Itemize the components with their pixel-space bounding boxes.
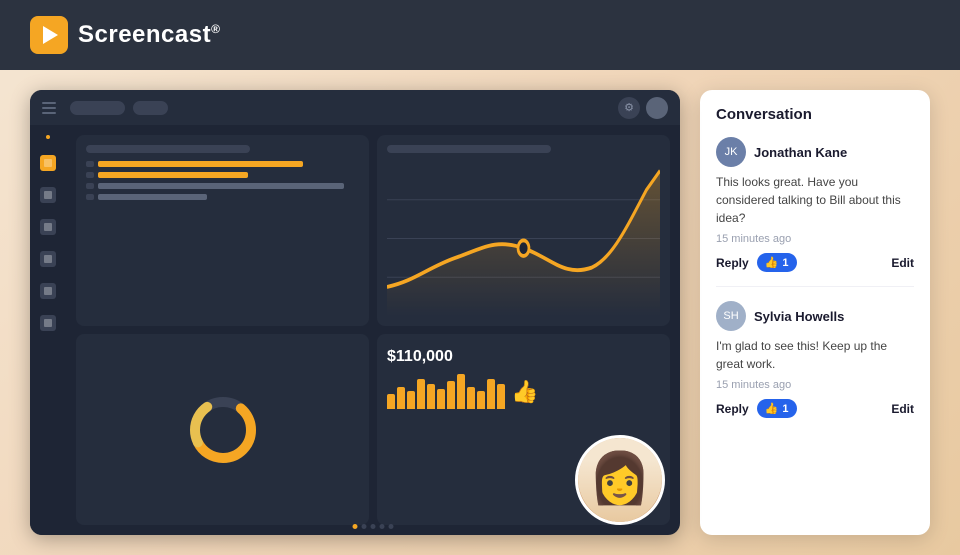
donut-chart-svg xyxy=(188,395,258,465)
mini-bars: 👍 xyxy=(387,374,660,409)
sylvia-avatar: SH xyxy=(716,301,746,331)
mini-bar-6 xyxy=(437,389,445,409)
bar-fill-4 xyxy=(98,194,207,200)
sidebar-dot xyxy=(46,135,50,139)
sylvia-edit-button[interactable]: Edit xyxy=(891,402,914,416)
sidebar-settings-icon[interactable] xyxy=(40,315,56,331)
jonathan-comment-text: This looks great. Have you considered ta… xyxy=(716,173,914,227)
mini-bar-11 xyxy=(487,379,495,409)
page-dot-4[interactable] xyxy=(380,524,385,529)
mini-bar-7 xyxy=(447,381,455,409)
jonathan-edit-button[interactable]: Edit xyxy=(891,256,914,270)
conversation-panel: Conversation JK Jonathan Kane This looks… xyxy=(700,90,930,535)
comment-header-jonathan: JK Jonathan Kane xyxy=(716,137,914,167)
dash-nav-pill-2 xyxy=(133,101,168,115)
bar-label-4 xyxy=(86,194,94,200)
comment-divider xyxy=(716,286,914,287)
sidebar-calendar-icon[interactable] xyxy=(40,283,56,299)
pagination-dots xyxy=(353,524,394,529)
bar-label-3 xyxy=(86,183,94,189)
dash-nav-pill-1 xyxy=(70,101,125,115)
logo-icon xyxy=(30,16,68,54)
sylvia-name: Sylvia Howells xyxy=(754,309,844,324)
mini-bar-3 xyxy=(407,391,415,409)
page-dot-2[interactable] xyxy=(362,524,367,529)
jonathan-initials: JK xyxy=(725,146,738,158)
sidebar-home-icon[interactable] xyxy=(40,155,56,171)
comment-card-sylvia: SH Sylvia Howells I'm glad to see this! … xyxy=(716,301,914,418)
dash-topbar: ⚙ xyxy=(30,90,680,125)
bar-label-2 xyxy=(86,172,94,178)
mini-bar-2 xyxy=(397,387,405,409)
notification-icon[interactable]: ⚙ xyxy=(618,97,640,119)
mini-bar-8 xyxy=(457,374,465,409)
sylvia-like-thumb-icon: 👍 xyxy=(765,402,779,415)
like-thumb-icon: 👍 xyxy=(765,256,779,269)
dashboard-panel: ⚙ xyxy=(30,90,680,535)
stat-area: $110,000 xyxy=(387,344,660,409)
person-avatar: 👩 xyxy=(575,435,665,525)
thumbs-up-icon: 👍 xyxy=(511,379,538,405)
main-content: ⚙ xyxy=(0,70,960,555)
card-title-line xyxy=(387,145,551,153)
jonathan-comment-actions: Reply 👍 1 Edit xyxy=(716,253,914,272)
mini-bar-5 xyxy=(427,384,435,409)
mini-bar-12 xyxy=(497,384,505,409)
sylvia-comment-text: I'm glad to see this! Keep up the great … xyxy=(716,337,914,373)
sylvia-comment-actions: Reply 👍 1 Edit xyxy=(716,399,914,418)
jonathan-reply-button[interactable]: Reply xyxy=(716,256,749,270)
stat-number: $110,000 xyxy=(387,348,660,366)
logo-text: Screencast® xyxy=(78,21,220,49)
logo: Screencast® xyxy=(30,16,220,54)
line-chart-svg xyxy=(387,161,660,316)
donut-card xyxy=(76,334,369,525)
logo-wordmark: Screencast xyxy=(78,21,211,48)
jonathan-comment-time: 15 minutes ago xyxy=(716,233,914,245)
dash-sidebar xyxy=(30,125,66,535)
mini-bar-10 xyxy=(477,391,485,409)
hamburger-icon[interactable] xyxy=(42,102,56,114)
page-dot-3[interactable] xyxy=(371,524,376,529)
user-avatar-small[interactable] xyxy=(646,97,668,119)
jonathan-like-count: 1 xyxy=(782,257,788,269)
sidebar-list-icon[interactable] xyxy=(40,251,56,267)
mini-bar-1 xyxy=(387,394,395,409)
mini-bar-4 xyxy=(417,379,425,409)
conversation-title: Conversation xyxy=(716,106,914,123)
bar-row-2 xyxy=(86,172,359,178)
comment-card-jonathan: JK Jonathan Kane This looks great. Have … xyxy=(716,137,914,272)
page-dot-5[interactable] xyxy=(389,524,394,529)
app-header: Screencast® xyxy=(0,0,960,70)
line-chart-area xyxy=(387,161,660,316)
sylvia-reply-button[interactable]: Reply xyxy=(716,402,749,416)
bar-chart-area xyxy=(86,161,359,200)
logo-reg: ® xyxy=(211,22,220,36)
sidebar-chart-icon[interactable] xyxy=(40,187,56,203)
bar-chart-card xyxy=(76,135,369,326)
jonathan-avatar: JK xyxy=(716,137,746,167)
jonathan-name: Jonathan Kane xyxy=(754,145,847,160)
sylvia-comment-time: 15 minutes ago xyxy=(716,379,914,391)
bar-fill-1 xyxy=(98,161,303,167)
sylvia-like-button[interactable]: 👍 1 xyxy=(757,399,797,418)
card-title-bar xyxy=(86,145,250,153)
person-face: 👩 xyxy=(578,435,662,522)
bar-fill-3 xyxy=(98,183,344,189)
sylvia-like-count: 1 xyxy=(782,403,788,415)
sidebar-table-icon[interactable] xyxy=(40,219,56,235)
page-dot-1[interactable] xyxy=(353,524,358,529)
bar-row-1 xyxy=(86,161,359,167)
sylvia-initials: SH xyxy=(723,310,738,322)
bar-row-4 xyxy=(86,194,359,200)
bar-row-3 xyxy=(86,183,359,189)
line-chart-card xyxy=(377,135,670,326)
comment-header-sylvia: SH Sylvia Howells xyxy=(716,301,914,331)
mini-bar-9 xyxy=(467,387,475,409)
bar-label-1 xyxy=(86,161,94,167)
dash-grid: $110,000 xyxy=(66,125,680,535)
dash-top-icons: ⚙ xyxy=(618,97,668,119)
dash-body: $110,000 xyxy=(30,125,680,535)
jonathan-like-button[interactable]: 👍 1 xyxy=(757,253,797,272)
bar-fill-2 xyxy=(98,172,248,178)
